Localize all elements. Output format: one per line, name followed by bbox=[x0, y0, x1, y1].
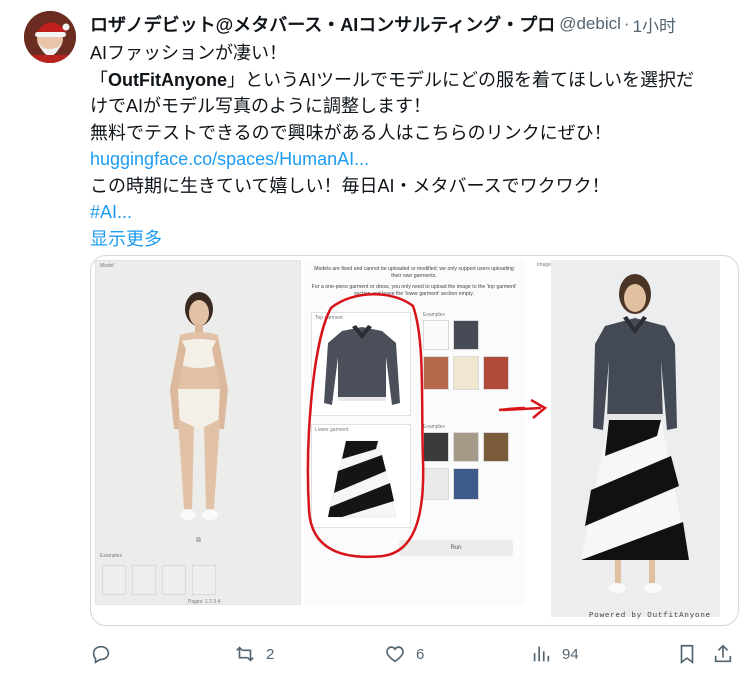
knit-top-image bbox=[324, 325, 400, 405]
bottom-example-1[interactable] bbox=[423, 432, 449, 462]
bookmark-button[interactable] bbox=[676, 636, 698, 672]
bottom-example-5[interactable] bbox=[453, 468, 479, 500]
text-line-5: この時期に生きていて嬉しい！毎日AI・メタバースでワクワク！ bbox=[90, 175, 610, 196]
separator-dot: · bbox=[623, 14, 630, 33]
examples-top-label: Examples bbox=[423, 312, 445, 318]
bottom-example-4[interactable] bbox=[423, 468, 449, 500]
top-example-1[interactable] bbox=[423, 320, 449, 350]
pages-label[interactable]: Pages: 1 2 3 4 bbox=[188, 599, 220, 605]
retweet-icon bbox=[236, 646, 254, 662]
red-arrow-icon bbox=[502, 398, 548, 419]
like-button[interactable]: 6 bbox=[384, 636, 424, 672]
top-example-2[interactable] bbox=[453, 320, 479, 350]
retweet-button[interactable]: 2 bbox=[234, 636, 274, 672]
image-label: Image bbox=[537, 262, 551, 268]
result-panel: Image Powered by OutfitAnyone bbox=[537, 260, 720, 620]
share-icon bbox=[714, 644, 732, 663]
reply-icon bbox=[92, 645, 110, 664]
bottom-example-2[interactable] bbox=[453, 432, 479, 462]
views-count: 94 bbox=[562, 645, 579, 663]
heart-icon bbox=[386, 646, 404, 663]
top-example-5[interactable] bbox=[483, 356, 509, 390]
result-model-image bbox=[581, 274, 689, 593]
striped-skirt-image bbox=[327, 440, 397, 518]
quote-open: 「 bbox=[90, 69, 108, 90]
tweet-text: AIファッションが凄い！ 「OutFitAnyone」というAIツールでモデルに… bbox=[90, 40, 740, 252]
examples-label: Examples bbox=[100, 553, 122, 559]
model-panel: Model ⧉ Examples Pages: 1 2 3 4 bbox=[95, 260, 301, 605]
example-thumb-1[interactable] bbox=[102, 565, 126, 595]
example-thumb-2[interactable] bbox=[132, 565, 156, 595]
text-line-2-rest: 」というAIツールでモデルにどの服を着てほしいを選択だ bbox=[227, 69, 695, 90]
top-garment-label: Top garment bbox=[315, 315, 343, 321]
tool-name: OutFitAnyone bbox=[108, 69, 227, 90]
lower-garment-upload[interactable]: Lower garment bbox=[311, 424, 411, 528]
top-example-4[interactable] bbox=[453, 356, 479, 390]
powered-by-watermark: Powered by OutfitAnyone bbox=[589, 612, 711, 620]
example-thumb-3[interactable] bbox=[162, 565, 186, 595]
top-example-3[interactable] bbox=[423, 356, 449, 390]
display-name[interactable]: ロザノデビット@メタバース・AIコンサルティング・プロ bbox=[90, 11, 555, 37]
examples-bottom-label: Examples bbox=[423, 424, 445, 430]
views-icon bbox=[533, 646, 550, 662]
timestamp[interactable]: 1小时 bbox=[633, 12, 676, 37]
text-line-4: 無料でテストできるので興味がある人はこちらのリンクにぜひ！ bbox=[90, 122, 612, 143]
tweet-header: ロザノデビット@メタバース・AIコンサルティング・プロ @debicl · 1小… bbox=[90, 11, 740, 37]
avatar[interactable] bbox=[24, 11, 76, 63]
lower-garment-label: Lower garment bbox=[315, 427, 349, 433]
models-fixed-note: Models are fixed and cannot be uploaded … bbox=[314, 266, 514, 279]
one-piece-note: For a one-piece garment or dress, you on… bbox=[311, 284, 517, 297]
model-figure-image bbox=[170, 292, 228, 520]
user-handle[interactable]: @debicl bbox=[559, 14, 621, 34]
santa-avatar-icon bbox=[24, 11, 76, 63]
text-line-2: 「OutFitAnyone」というAIツールでモデルにどの服を着てほしいを選択だ bbox=[90, 67, 740, 94]
camera-icon[interactable]: ⧉ bbox=[196, 537, 201, 545]
example-thumb-4[interactable] bbox=[192, 565, 216, 595]
show-more-link[interactable]: 显示更多 bbox=[90, 226, 740, 253]
like-count: 6 bbox=[416, 645, 425, 663]
views-button[interactable]: 94 bbox=[530, 636, 579, 672]
run-button[interactable]: Run bbox=[399, 540, 513, 556]
huggingface-link[interactable]: huggingface.co/spaces/HumanAI... bbox=[90, 146, 740, 173]
hashtag-link[interactable]: #AI... bbox=[90, 199, 740, 226]
text-line-3: けでAIがモデル写真のように調整します！ bbox=[90, 96, 432, 116]
tweet-actions: 2 6 94 bbox=[0, 636, 750, 672]
bottom-example-3[interactable] bbox=[483, 432, 509, 462]
text-line-1: AIファッションが凄い！ bbox=[90, 43, 288, 63]
top-garment-upload[interactable]: Top garment bbox=[311, 312, 411, 416]
media-card[interactable]: Model ⧉ Examples Pages: 1 2 3 4 Models a… bbox=[90, 255, 739, 626]
bookmark-icon bbox=[680, 644, 694, 664]
garment-panel: Models are fixed and cannot be uploaded … bbox=[303, 260, 525, 605]
share-button[interactable] bbox=[712, 636, 734, 672]
retweet-count: 2 bbox=[266, 645, 275, 663]
reply-button[interactable] bbox=[90, 636, 112, 672]
